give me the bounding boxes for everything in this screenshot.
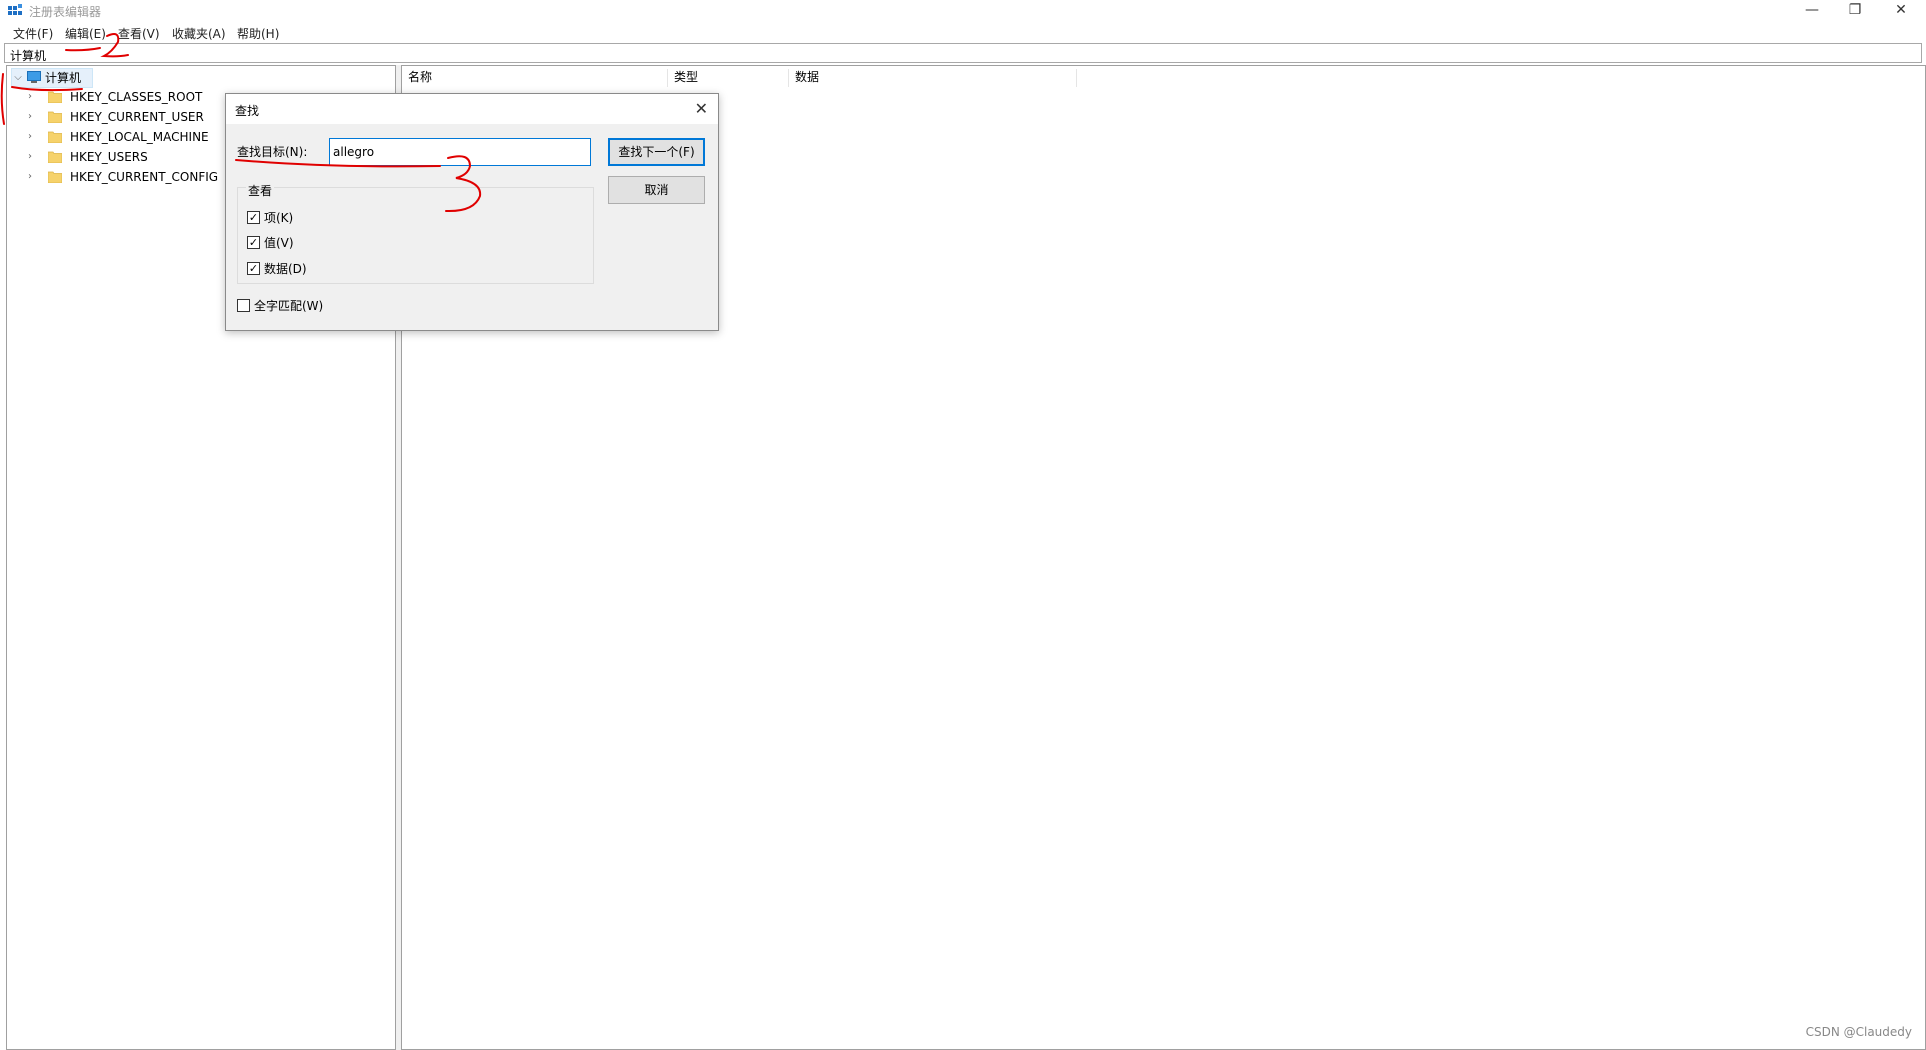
cancel-button[interactable]: 取消 [608, 176, 705, 204]
column-header-data[interactable]: 数据 [789, 69, 1077, 87]
annotation-mark-1 [0, 73, 5, 125]
chevron-right-icon[interactable]: › [24, 128, 36, 146]
menu-file[interactable]: 文件(F) [13, 25, 53, 42]
minimize-button[interactable]: — [1789, 0, 1835, 22]
address-text: 计算机 [10, 49, 47, 63]
menu-favorites[interactable]: 收藏夹(A) [172, 25, 226, 42]
chevron-down-icon[interactable]: ⌵ [12, 69, 24, 87]
computer-icon [27, 71, 41, 83]
chevron-right-icon[interactable]: › [24, 108, 36, 126]
menu-edit[interactable]: 编辑(E) [65, 25, 106, 42]
restore-button[interactable]: ❐ [1832, 0, 1878, 22]
column-header-name[interactable]: 名称 [402, 69, 668, 87]
tree-root-label: 计算机 [45, 71, 82, 85]
find-next-button[interactable]: 查找下一个(F) [608, 138, 705, 166]
dialog-title-bar: 查找 ✕ [226, 94, 718, 124]
folder-icon [48, 151, 62, 163]
find-what-input[interactable] [329, 138, 591, 166]
checkbox-icon[interactable]: ✓ [247, 262, 260, 275]
folder-icon [48, 171, 62, 183]
find-what-label: 查找目标(N): [237, 145, 308, 159]
data-label: 数据(D) [264, 262, 307, 276]
close-button[interactable]: ✕ [1878, 0, 1924, 22]
match-whole-label: 全字匹配(W) [254, 299, 324, 313]
menu-view[interactable]: 查看(V) [118, 25, 160, 42]
tree-root[interactable]: ⌵ 计算机 [11, 68, 93, 88]
close-icon[interactable]: ✕ [695, 99, 708, 118]
chevron-right-icon[interactable]: › [24, 168, 36, 186]
chevron-right-icon[interactable]: › [24, 88, 36, 106]
folder-icon [48, 111, 62, 123]
checkbox-icon[interactable] [237, 299, 250, 312]
address-bar[interactable]: 计算机 [4, 43, 1922, 63]
values-label: 值(V) [264, 236, 294, 250]
window-title: 注册表编辑器 [29, 5, 102, 19]
column-header-type[interactable]: 类型 [668, 69, 789, 87]
find-dialog: 查找 ✕ 查找目标(N): 查找下一个(F) 取消 查看 ✓ 项(K) ✓ 值(… [225, 93, 719, 331]
keys-label: 项(K) [264, 211, 294, 225]
tree-item-label: HKEY_USERS [70, 150, 148, 164]
title-bar: 注册表编辑器 — ❐ ✕ [0, 0, 1926, 22]
tree-item-label: HKEY_LOCAL_MACHINE [70, 130, 209, 144]
watermark: CSDN @Claudedy [1805, 1025, 1912, 1039]
tree-item-label: HKEY_CURRENT_CONFIG [70, 170, 219, 184]
checkbox-icon[interactable]: ✓ [247, 211, 260, 224]
tree-item-label: HKEY_CURRENT_USER [70, 110, 204, 124]
menu-help[interactable]: 帮助(H) [237, 25, 279, 42]
folder-icon [48, 131, 62, 143]
look-at-title: 查看 [246, 182, 275, 199]
chevron-right-icon[interactable]: › [24, 148, 36, 166]
checkbox-icon[interactable]: ✓ [247, 236, 260, 249]
menu-bar: 文件(F) 编辑(E) 查看(V) 收藏夹(A) 帮助(H) [0, 22, 1926, 42]
tree-item-label: HKEY_CLASSES_ROOT [70, 90, 203, 104]
regedit-icon [8, 4, 22, 15]
folder-icon [48, 91, 62, 103]
dialog-title: 查找 [235, 104, 260, 118]
